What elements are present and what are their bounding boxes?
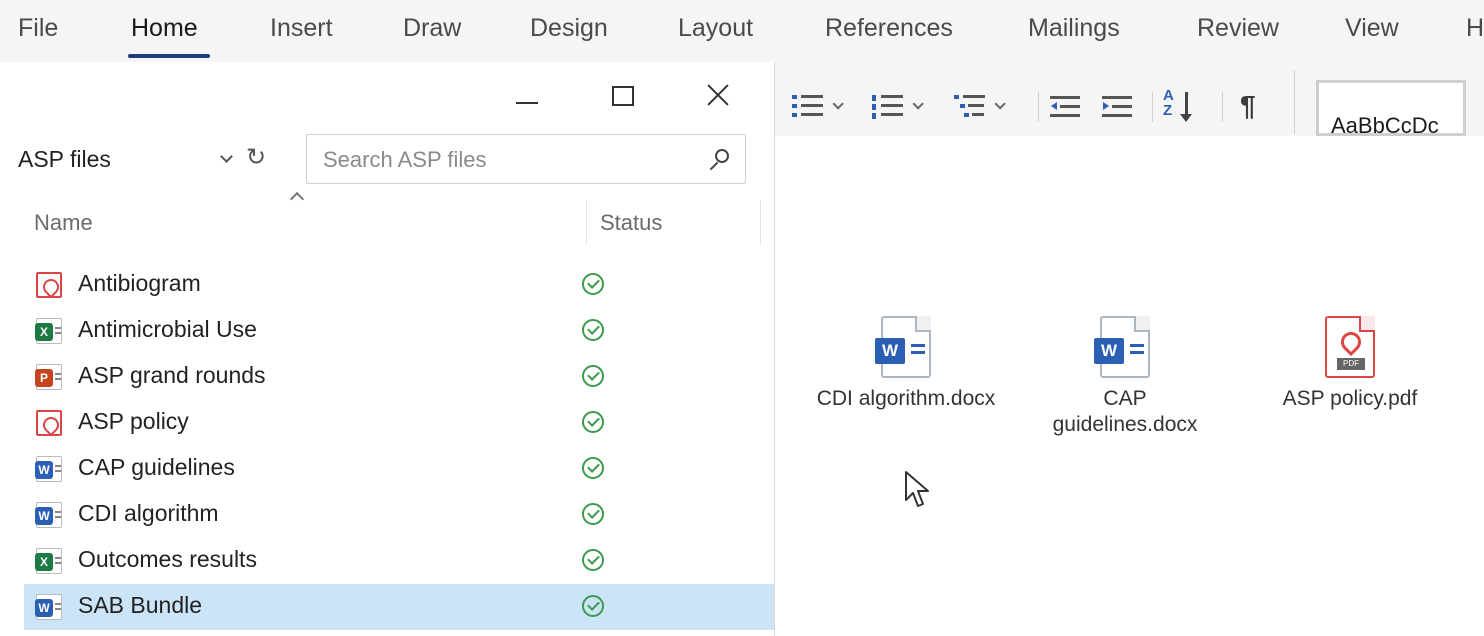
- mouse-pointer-icon: [905, 471, 929, 507]
- bullet-list-icon: [792, 93, 826, 119]
- file-name: Outcomes results: [78, 546, 257, 572]
- word-file-icon: W: [35, 502, 62, 528]
- tab-mailings[interactable]: Mailings: [1028, 14, 1120, 43]
- column-header-status[interactable]: Status: [600, 210, 662, 236]
- maximize-button[interactable]: [604, 78, 644, 118]
- word-document-icon: W: [1094, 316, 1150, 378]
- column-divider[interactable]: [760, 200, 761, 244]
- numbering-button[interactable]: [872, 88, 924, 124]
- ribbon-divider: [1222, 92, 1223, 122]
- synced-check-icon: [582, 549, 604, 571]
- file-row-selected[interactable]: W SAB Bundle: [24, 584, 774, 630]
- tab-references[interactable]: References: [825, 14, 953, 43]
- search-icon[interactable]: [707, 147, 733, 173]
- excel-file-icon: X: [35, 548, 62, 574]
- file-name: CAP guidelines: [78, 454, 235, 480]
- tab-insert[interactable]: Insert: [270, 14, 333, 43]
- minimize-button[interactable]: [508, 78, 548, 118]
- style-gallery-normal[interactable]: AaBbCcDc: [1316, 80, 1466, 136]
- desktop-file[interactable]: W CAP guidelines.docx: [1030, 316, 1220, 438]
- file-name: ASP grand rounds: [78, 362, 266, 388]
- synced-check-icon: [582, 319, 604, 341]
- desktop-file[interactable]: PDF ASP policy.pdf: [1260, 316, 1440, 412]
- file-name: Antimicrobial Use: [78, 316, 257, 342]
- desktop-file[interactable]: W CDI algorithm.docx: [796, 316, 1016, 412]
- bullets-button[interactable]: [792, 88, 844, 124]
- increase-indent-button[interactable]: [1102, 88, 1132, 124]
- file-row[interactable]: W CAP guidelines: [24, 446, 774, 492]
- search-box[interactable]: [306, 134, 746, 184]
- desktop-file-label: ASP policy.pdf: [1282, 387, 1418, 410]
- increase-indent-icon: [1102, 94, 1132, 118]
- file-name: CDI algorithm: [78, 500, 219, 526]
- synced-check-icon: [582, 365, 604, 387]
- search-input[interactable]: [323, 145, 683, 175]
- word-file-icon: W: [35, 456, 62, 482]
- ribbon-divider: [1038, 92, 1039, 122]
- decrease-indent-button[interactable]: [1050, 88, 1080, 124]
- tab-file[interactable]: File: [18, 14, 58, 43]
- desktop-file-label: CAP guidelines.docx: [1052, 387, 1198, 436]
- tab-draw[interactable]: Draw: [403, 14, 461, 43]
- file-row[interactable]: W CDI algorithm: [24, 492, 774, 538]
- powerpoint-file-icon: P: [35, 364, 62, 390]
- file-name: SAB Bundle: [78, 592, 203, 618]
- desktop-file-label: CDI algorithm.docx: [816, 387, 996, 410]
- file-row[interactable]: ASP policy: [24, 400, 774, 446]
- multilevel-list-icon: [954, 93, 988, 119]
- file-row[interactable]: Antibiogram: [24, 262, 774, 308]
- numbered-list-icon: [872, 93, 906, 119]
- style-preview-text: AaBbCcDc: [1331, 113, 1439, 136]
- ribbon-tab-bar: File Home Insert Draw Design Layout Refe…: [0, 0, 1484, 62]
- tab-home[interactable]: Home: [131, 14, 198, 43]
- tab-design[interactable]: Design: [530, 14, 608, 43]
- show-formatting-marks-icon[interactable]: ¶: [1240, 90, 1256, 122]
- refresh-icon[interactable]: ↻: [246, 144, 274, 172]
- location-bar: ASP files ↻: [0, 134, 774, 198]
- ribbon-divider: [1152, 92, 1153, 122]
- file-row[interactable]: X Outcomes results: [24, 538, 774, 584]
- excel-file-icon: X: [35, 318, 62, 344]
- column-divider[interactable]: [586, 200, 587, 244]
- tab-help[interactable]: H: [1466, 14, 1484, 43]
- maximize-icon: [612, 86, 634, 106]
- close-button[interactable]: [702, 78, 742, 118]
- pdf-document-icon: PDF: [1325, 316, 1375, 378]
- minimize-icon: [516, 102, 538, 104]
- active-tab-indicator: [128, 54, 210, 58]
- synced-check-icon: [582, 273, 604, 295]
- tab-review[interactable]: Review: [1197, 14, 1279, 43]
- ribbon-divider: [1294, 70, 1295, 134]
- synced-check-icon: [582, 411, 604, 433]
- tab-view[interactable]: View: [1345, 14, 1399, 43]
- synced-check-icon: [582, 457, 604, 479]
- synced-check-icon: [582, 503, 604, 525]
- decrease-indent-icon: [1050, 94, 1080, 118]
- file-row[interactable]: P ASP grand rounds: [24, 354, 774, 400]
- sort-icon[interactable]: AZ: [1163, 88, 1203, 128]
- tab-layout[interactable]: Layout: [678, 14, 753, 43]
- pdf-file-icon: [36, 410, 62, 436]
- file-name: ASP policy: [78, 408, 189, 434]
- word-document-icon: W: [875, 316, 931, 378]
- multilevel-list-button[interactable]: [954, 88, 1006, 124]
- file-name: Antibiogram: [78, 270, 201, 296]
- word-file-icon: W: [35, 594, 62, 620]
- panel-title-bar: [0, 62, 774, 136]
- file-row[interactable]: X Antimicrobial Use: [24, 308, 774, 354]
- synced-check-icon: [582, 595, 604, 617]
- chevron-down-icon[interactable]: [220, 150, 233, 163]
- column-header-name[interactable]: Name: [34, 210, 93, 236]
- location-dropdown[interactable]: ASP files: [18, 146, 111, 173]
- pdf-file-icon: [36, 272, 62, 298]
